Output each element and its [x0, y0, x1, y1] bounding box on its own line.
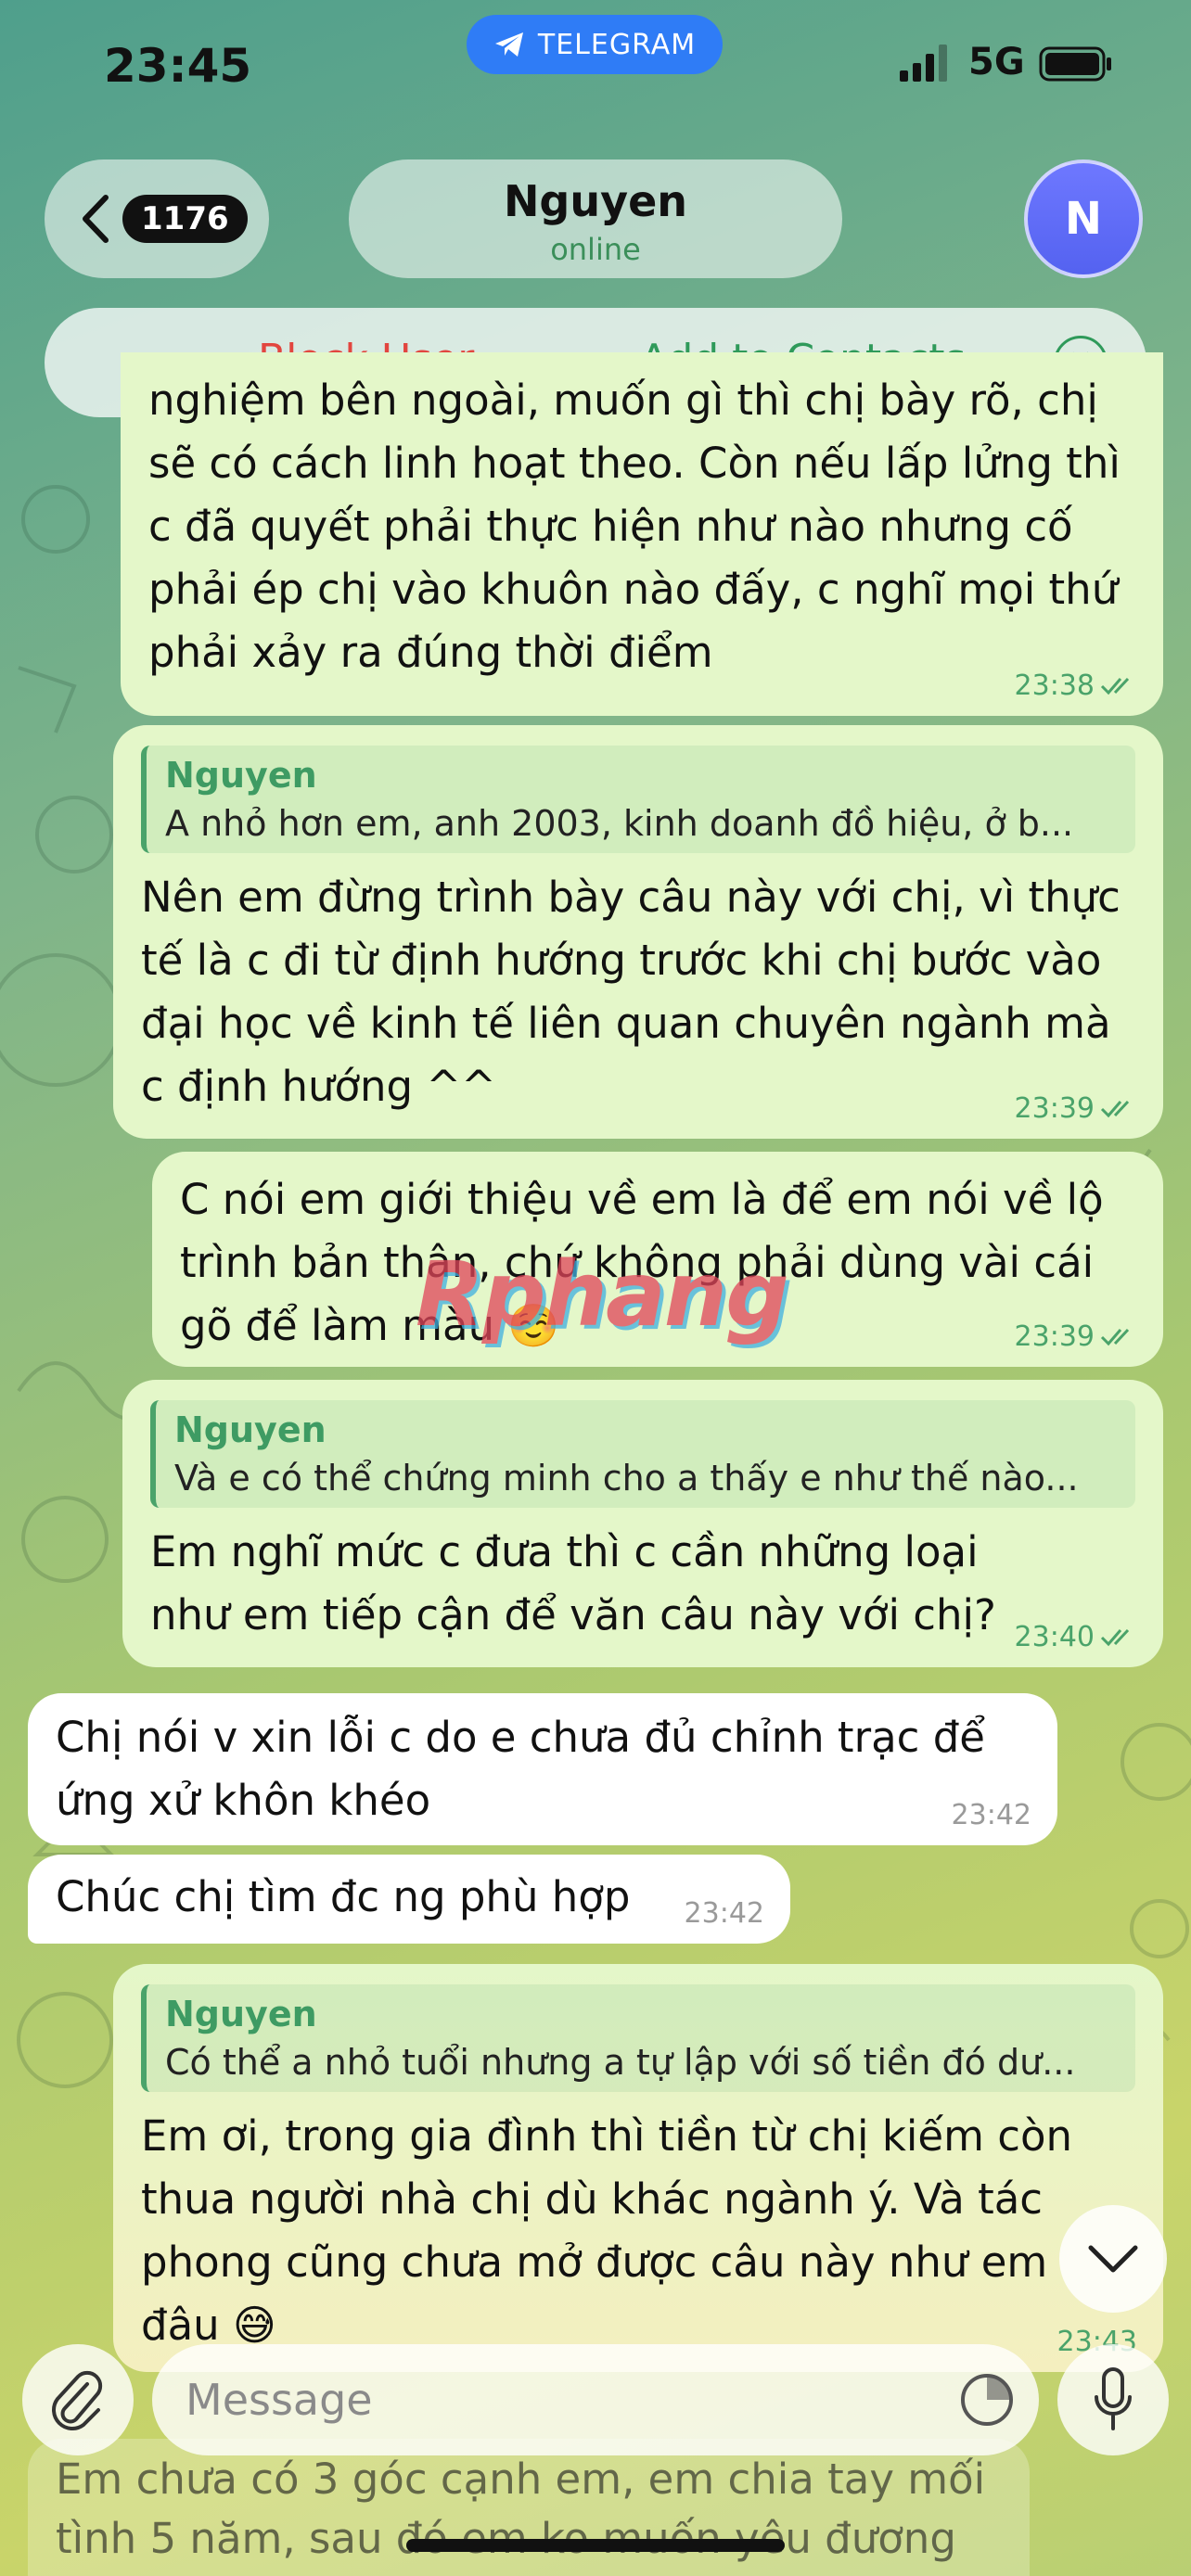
message-bubble-incoming[interactable]: Chúc chị tìm đc ng phù hợp 23:42 [28, 1855, 790, 1944]
message-text: nghiệm bên ngoài, muốn gì thì chị bày rõ… [148, 376, 1121, 677]
double-check-icon [1100, 1628, 1130, 1647]
battery-icon [1039, 46, 1111, 82]
reply-snippet: A nhỏ hơn em, anh 2003, kinh doanh đồ hi… [165, 803, 1074, 844]
attach-button[interactable] [22, 2344, 134, 2455]
scroll-to-bottom-button[interactable] [1059, 2205, 1167, 2313]
avatar[interactable]: N [1024, 159, 1143, 278]
network-label: 5G [968, 41, 1025, 83]
message-text: Em nghĩ mức c đưa thì c cần những loại n… [150, 1527, 996, 1639]
double-check-icon [1100, 1328, 1130, 1346]
telegram-pill-label: TELEGRAM [537, 28, 697, 61]
message-bubble-outgoing[interactable]: Nguyen A nhỏ hơn em, anh 2003, kinh doan… [113, 725, 1163, 1139]
reply-author: Nguyen [165, 1994, 317, 2034]
message-meta: 23:40 [1015, 1619, 1137, 1656]
message-text: Em chưa có 3 góc cạnh em, em chia tay mố… [56, 2455, 986, 2576]
reply-quote[interactable]: Nguyen A nhỏ hơn em, anh 2003, kinh doan… [141, 746, 1135, 853]
back-button[interactable]: 1176 [45, 159, 269, 278]
message-meta: 23:39 [1015, 1090, 1137, 1128]
message-bubble-incoming[interactable]: Chị nói v xin lỗi c do e chưa đủ chỉnh t… [28, 1693, 1057, 1845]
message-time: 23:40 [1014, 1621, 1095, 1653]
watermark-logo: Rphang [416, 1243, 789, 1346]
message-time: 23:38 [1014, 670, 1095, 702]
telegram-pill[interactable]: TELEGRAM [467, 15, 723, 74]
reply-snippet: Có thể a nhỏ tuổi nhưng a tự lập với số … [165, 2042, 1076, 2083]
message-meta: 23:39 [1015, 1319, 1137, 1356]
chat-title[interactable]: Nguyen online [349, 159, 842, 278]
microphone-button[interactable] [1057, 2344, 1169, 2455]
double-check-icon [1100, 677, 1130, 695]
contact-name: Nguyen [503, 176, 688, 226]
chevron-down-icon [1088, 2245, 1138, 2273]
message-text: Chúc chị tìm đc ng phù hợp [56, 1872, 631, 1921]
double-check-icon [1100, 1100, 1130, 1118]
contact-status: online [550, 232, 641, 267]
sticker-icon[interactable] [959, 2372, 1015, 2428]
message-field[interactable] [152, 2344, 1039, 2455]
home-indicator [406, 2539, 785, 2552]
unread-count-badge: 1176 [122, 195, 248, 243]
status-bar: 23:45 TELEGRAM 5G [0, 0, 1191, 139]
message-time: 23:39 [1014, 1320, 1095, 1353]
paperclip-icon [52, 2370, 103, 2430]
message-text: Em ơi, trong gia đình thì tiền từ chị ki… [141, 2111, 1072, 2350]
message-text: Nên em đừng trình bày câu này với chị, v… [141, 873, 1121, 1111]
message-bubble-outgoing[interactable]: Nguyen Và e có thể chứng minh cho a thấy… [122, 1380, 1163, 1667]
reply-quote[interactable]: Nguyen Có thể a nhỏ tuổi nhưng a tự lập … [141, 1984, 1135, 2092]
message-meta: 23:42 [685, 1895, 764, 1932]
back-chevron-icon [83, 195, 109, 243]
message-time: 23:42 [684, 1897, 764, 1930]
message-time: 23:42 [951, 1799, 1031, 1831]
message-bubble-outgoing[interactable]: nghiệm bên ngoài, muốn gì thì chị bày rõ… [121, 352, 1163, 716]
signal-icon [900, 45, 947, 82]
composer [0, 2344, 1191, 2465]
message-meta: 23:38 [1015, 668, 1137, 705]
reply-author: Nguyen [165, 755, 317, 796]
message-input[interactable] [186, 2375, 909, 2425]
telegram-icon [494, 32, 523, 57]
reply-snippet: Và e có thể chứng minh cho a thấy e như … [174, 1458, 1079, 1498]
message-time: 23:39 [1014, 1092, 1095, 1125]
message-bubble-outgoing[interactable]: Nguyen Có thể a nhỏ tuổi nhưng a tự lập … [113, 1964, 1163, 2372]
message-text: Chị nói v xin lỗi c do e chưa đủ chỉnh t… [56, 1713, 985, 1825]
clock: 23:45 [104, 39, 252, 93]
reply-quote[interactable]: Nguyen Và e có thể chứng minh cho a thấy… [150, 1400, 1135, 1508]
mic-icon [1095, 2367, 1132, 2430]
reply-author: Nguyen [174, 1409, 327, 1450]
message-meta: 23:42 [952, 1797, 1031, 1834]
